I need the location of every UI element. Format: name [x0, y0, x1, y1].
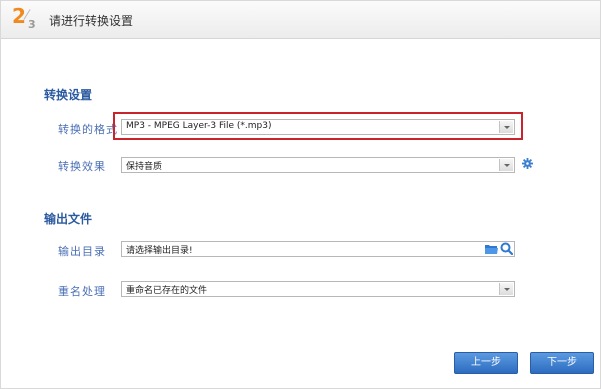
format-select[interactable]: MP3 - MPEG Layer-3 File (*.mp3): [121, 119, 515, 135]
search-icon[interactable]: [500, 242, 513, 255]
next-button[interactable]: 下一步: [530, 352, 594, 374]
duplicate-select[interactable]: 重命名已存在的文件: [121, 281, 515, 297]
step-current: 2: [12, 4, 26, 28]
folder-icon[interactable]: [485, 244, 498, 254]
wizard-header: 2 3 请进行转换设置: [1, 1, 600, 39]
step-total: 3: [28, 18, 36, 31]
chevron-down-icon[interactable]: [499, 159, 513, 171]
page-title: 请进行转换设置: [49, 14, 134, 28]
step-indicator: 2 3: [12, 5, 42, 35]
chevron-down-icon[interactable]: [499, 283, 513, 295]
effect-label: 转换效果: [58, 160, 106, 173]
wizard-window: 2 3 请进行转换设置 转换设置 转换的格式 MP3 - MPEG Layer-…: [0, 0, 601, 389]
duplicate-select-value: 重命名已存在的文件: [126, 286, 208, 296]
chevron-down-icon[interactable]: [499, 121, 513, 133]
format-label: 转换的格式: [58, 123, 118, 136]
conversion-section-title: 转换设置: [44, 88, 93, 102]
output-dir-input[interactable]: 请选择输出目录!: [121, 241, 515, 257]
gear-icon[interactable]: [522, 158, 533, 169]
output-dir-value: 请选择输出目录!: [126, 246, 193, 256]
effect-select-value: 保持音质: [126, 162, 163, 172]
output-section-title: 输出文件: [44, 212, 93, 226]
effect-select[interactable]: 保持音质: [121, 157, 515, 173]
format-select-value: MP3 - MPEG Layer-3 File (*.mp3): [126, 121, 272, 131]
duplicate-label: 重名处理: [58, 285, 106, 298]
prev-button[interactable]: 上一步: [454, 352, 518, 374]
output-dir-label: 输出目录: [58, 245, 106, 258]
